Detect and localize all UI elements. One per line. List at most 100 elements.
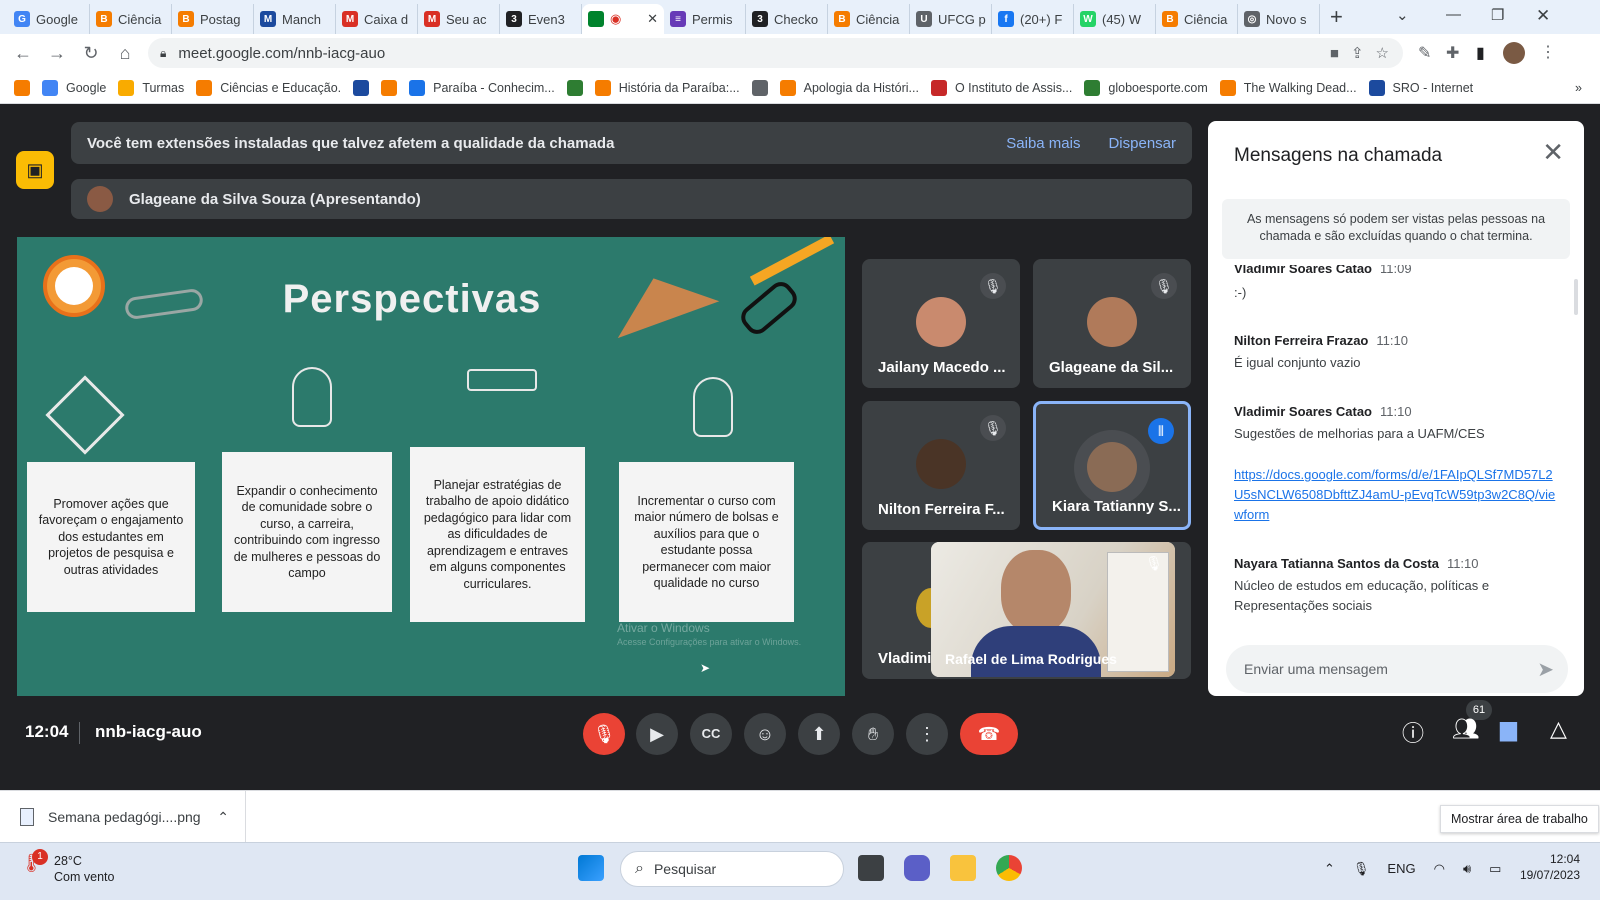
form-link[interactable]: https://docs.google.com/forms/d/e/1FAIpQ… <box>1234 467 1555 522</box>
browser-tab[interactable]: 3 Checko <box>746 4 828 34</box>
browser-tab[interactable]: 3 Even3 <box>500 4 582 34</box>
puzzle-icon[interactable]: ✚ <box>1446 43 1459 63</box>
tab-search-icon[interactable]: ⌄ <box>1396 6 1409 24</box>
presentation-icon[interactable]: ▣ <box>16 151 54 189</box>
browser-tab[interactable]: B Ciência <box>90 4 172 34</box>
bookmark-item[interactable]: The Walking Dead... <box>1219 79 1357 96</box>
captions-button[interactable]: CC <box>690 713 732 755</box>
tab-active[interactable]: ◉ ✕ <box>582 4 664 34</box>
bookmark-item[interactable]: Turmas <box>118 79 184 96</box>
browser-tab[interactable]: B Postag <box>172 4 254 34</box>
present-screen-button[interactable]: ⬆ <box>798 713 840 755</box>
people-icon[interactable]: 👥︎ <box>1452 716 1480 742</box>
meeting-info-icon[interactable]: ⓘ <box>1402 716 1424 748</box>
tab-favicon-icon: 3 <box>506 11 522 27</box>
chevron-up-icon[interactable]: ⌃ <box>1324 861 1335 877</box>
file-explorer-icon[interactable] <box>950 855 976 881</box>
bookmark-label: Apologia da Históri... <box>803 80 919 95</box>
task-view-icon[interactable] <box>858 855 884 881</box>
menu-icon[interactable]: ⋮ <box>1540 42 1556 62</box>
minimize-button[interactable]: — <box>1446 6 1461 23</box>
close-window-button[interactable]: ✕ <box>1536 6 1550 26</box>
participant-tile-speaking[interactable]: ⦀ Kiara Tatianny S... <box>1033 401 1191 530</box>
bookmark-item[interactable]: SRO - Internet <box>1368 79 1473 96</box>
close-tab-icon[interactable]: ✕ <box>647 11 658 27</box>
reload-button[interactable]: ↻ <box>74 43 108 64</box>
browser-tab[interactable]: U UFCG p <box>910 4 992 34</box>
emoji-reaction-button[interactable]: ☺ <box>744 713 786 755</box>
taskbar-clock[interactable]: 12:04 19/07/2023 <box>1500 851 1580 883</box>
home-button[interactable]: ⌂ <box>108 43 142 64</box>
participant-tile[interactable]: 🎙︎ Glageane da Sil... <box>1033 259 1191 388</box>
camera-icon[interactable]: ■ <box>1330 45 1339 62</box>
bookmark-item[interactable]: História da Paraíba:... <box>594 79 740 96</box>
participant-video-tile[interactable]: 🎙︎ Rafael de Lima Rodrigues <box>931 542 1175 677</box>
bookmark-item[interactable]: globoesporte.com <box>1084 79 1208 96</box>
browser-tab[interactable]: M Manch <box>254 4 336 34</box>
chat-input[interactable]: Enviar uma mensagem ➤ <box>1226 645 1568 693</box>
mic-off-icon: 🎙︎ <box>980 415 1006 441</box>
dismiss-button[interactable]: Dispensar <box>1108 135 1176 152</box>
volume-icon[interactable]: 🔊︎ <box>1463 861 1471 877</box>
camera-toggle-button[interactable]: ▶ <box>636 713 678 755</box>
weather-widget[interactable]: 🌡︎ 1 28°C Com vento <box>20 849 114 885</box>
bookmark-item[interactable] <box>751 79 768 96</box>
bookmark-item[interactable] <box>353 79 370 96</box>
mic-off-icon: 🎙︎ <box>980 273 1006 299</box>
mic-toggle-button[interactable]: 🎙︎ <box>583 713 625 755</box>
maximize-button[interactable]: ❐ <box>1491 6 1504 24</box>
bookmark-item[interactable] <box>566 79 583 96</box>
share-icon[interactable]: ⇪ <box>1351 44 1364 62</box>
browser-tab[interactable]: B Ciência <box>1156 4 1238 34</box>
more-options-button[interactable]: ⋮ <box>906 713 948 755</box>
extension-icon[interactable]: ✎ <box>1418 43 1431 63</box>
browser-tab[interactable]: f (20+) F <box>992 4 1074 34</box>
forward-button[interactable]: → <box>40 43 74 64</box>
chat-icon[interactable]: ▆ <box>1500 716 1517 742</box>
browser-tab[interactable]: B Ciência <box>828 4 910 34</box>
language-indicator[interactable]: ENG <box>1387 861 1415 877</box>
wifi-icon[interactable]: ◠ <box>1434 861 1445 877</box>
chat-teams-icon[interactable] <box>904 855 930 881</box>
bookmark-item[interactable]: Google <box>42 79 106 96</box>
chevron-up-icon[interactable]: ⌃ <box>217 809 229 826</box>
download-item[interactable]: Semana pedagógi....png ⌃ <box>20 791 246 843</box>
browser-tab[interactable]: M Caixa d <box>336 4 418 34</box>
side-panel-icon[interactable]: ▮ <box>1476 43 1485 63</box>
raise-hand-button[interactable]: ✋︎ <box>852 713 894 755</box>
profile-avatar[interactable] <box>1503 42 1525 64</box>
bookmark-item[interactable]: Ciências e Educação. <box>196 79 341 96</box>
leave-call-button[interactable]: ☎ <box>960 713 1018 755</box>
chat-message: Vladimir Soares Catao 11:09 :-) <box>1234 265 1556 303</box>
bookmark-item[interactable]: O Instituto de Assis... <box>930 79 1072 96</box>
close-icon[interactable]: ✕ <box>1542 137 1564 168</box>
browser-tab[interactable]: ◎ Novo s <box>1238 4 1320 34</box>
bookmark-star-icon[interactable]: ☆ <box>1376 44 1389 62</box>
browser-tab[interactable]: M Seu ac <box>418 4 500 34</box>
send-icon[interactable]: ➤ <box>1537 657 1554 682</box>
tab-label: UFCG p <box>938 11 986 27</box>
browser-tab[interactable]: ≡ Permis <box>664 4 746 34</box>
chat-scrollbar[interactable] <box>1574 279 1578 315</box>
activation-watermark-sub: Acesse Configurações para ativar o Windo… <box>617 637 802 647</box>
bookmark-item[interactable] <box>14 79 30 96</box>
activities-icon[interactable]: △ <box>1550 716 1567 742</box>
learn-more-link[interactable]: Saiba mais <box>1006 135 1080 152</box>
participant-tile[interactable]: 🎙︎ Nilton Ferreira F... <box>862 401 1020 530</box>
show-desktop-tooltip: Mostrar área de trabalho <box>1440 805 1599 833</box>
windows-start-icon[interactable] <box>578 855 604 881</box>
bookmark-item[interactable] <box>381 79 398 96</box>
participant-tile[interactable]: 🎙︎ Jailany Macedo ... <box>862 259 1020 388</box>
browser-tab[interactable]: G Google <box>8 4 90 34</box>
bookmark-item[interactable]: Paraíba - Conhecim... <box>409 79 555 96</box>
slide-column-2: Expandir o conhecimento de comunidade so… <box>222 452 392 612</box>
chrome-icon[interactable] <box>996 855 1022 881</box>
bookmarks-overflow-button[interactable]: » <box>1575 81 1582 95</box>
taskbar-search[interactable]: ⌕ Pesquisar <box>620 851 844 887</box>
address-bar[interactable]: 🔒︎ meet.google.com/nnb-iacg-auo ■ ⇪ ☆ <box>148 38 1403 68</box>
browser-tab[interactable]: W (45) W <box>1074 4 1156 34</box>
new-tab-button[interactable]: + <box>1330 4 1343 30</box>
back-button[interactable]: ← <box>6 43 40 64</box>
bookmark-item[interactable]: Apologia da Históri... <box>779 79 919 96</box>
microphone-icon[interactable]: 🎙︎ <box>1353 861 1370 877</box>
